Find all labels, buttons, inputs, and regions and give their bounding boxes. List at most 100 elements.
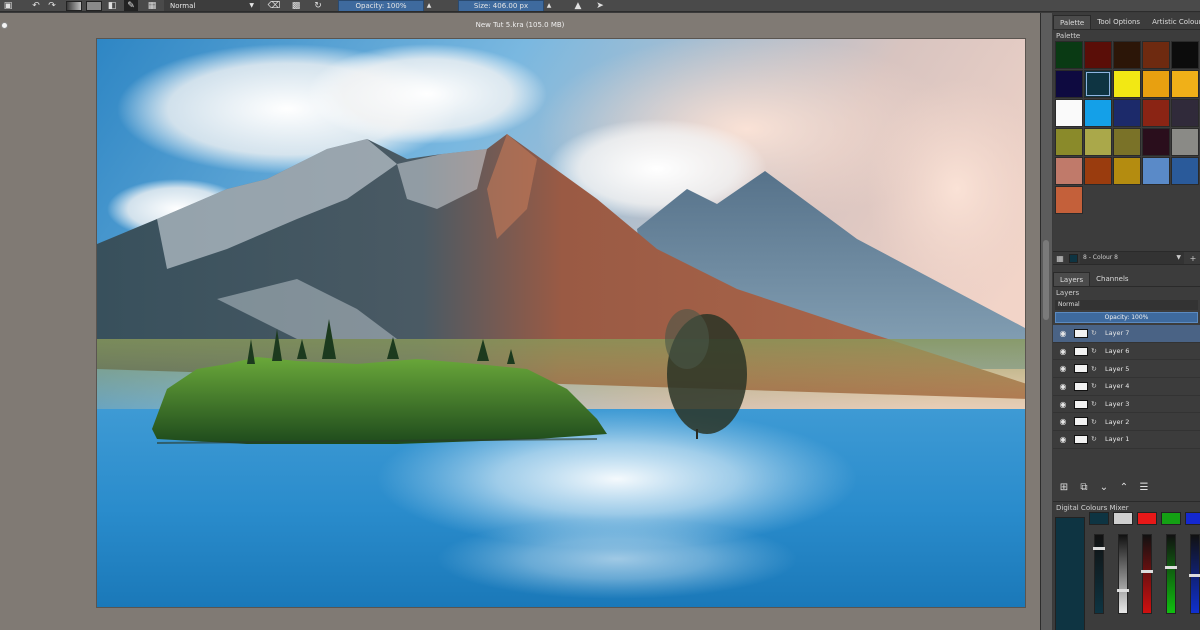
wrap-icon[interactable]: ➤ — [592, 0, 608, 11]
mixer-channel[interactable] — [1089, 512, 1113, 630]
swap-colors-icon[interactable]: ◧ — [104, 0, 120, 11]
gradient-swatch[interactable] — [66, 0, 82, 11]
alpha-lock-icon[interactable]: ↻ — [1091, 418, 1101, 426]
palette-swatch[interactable] — [1142, 41, 1170, 69]
opacity-slider[interactable]: Opacity: 100% — [338, 0, 424, 11]
mixer-channel-colour[interactable] — [1113, 512, 1133, 525]
layer-row[interactable]: ◉ ↻ Layer 7 — [1053, 325, 1200, 343]
layer-row[interactable]: ◉ ↻ Layer 2 — [1053, 413, 1200, 432]
mixer-channel-colour[interactable] — [1161, 512, 1181, 525]
alpha-lock-icon[interactable]: ↻ — [1091, 435, 1101, 443]
opacity-spin-arrows-icon[interactable]: ▲ — [424, 2, 434, 9]
mixer-current-colour[interactable] — [1055, 517, 1085, 630]
add-layer-icon[interactable]: ⊞ — [1056, 480, 1072, 494]
mixer-channel-colour[interactable] — [1089, 512, 1109, 525]
move-layer-up-icon[interactable]: ⌃ — [1116, 480, 1132, 494]
palette-swatch[interactable] — [1171, 157, 1199, 185]
mixer-channel[interactable] — [1113, 512, 1137, 630]
layer-blend-mode-select[interactable]: Normal — [1055, 300, 1198, 310]
layer-row[interactable]: ◉ ↻ Layer 6 — [1053, 343, 1200, 361]
visibility-eye-icon[interactable]: ◉ — [1057, 329, 1069, 338]
palette-swatch[interactable] — [1171, 70, 1199, 98]
eraser-icon[interactable]: ⌫ — [266, 0, 282, 11]
duplicate-layer-icon[interactable]: ⧉ — [1076, 480, 1092, 494]
canvas-painting[interactable] — [96, 38, 1026, 608]
palette-swatch[interactable] — [1171, 99, 1199, 127]
palette-swatch[interactable] — [1113, 41, 1141, 69]
visibility-eye-icon[interactable]: ◉ — [1057, 347, 1069, 356]
mixer-channel-colour[interactable] — [1137, 512, 1157, 525]
alpha-lock-icon[interactable]: ↻ — [1091, 365, 1101, 373]
slider-handle[interactable] — [1189, 574, 1200, 577]
palette-swatch[interactable] — [1142, 99, 1170, 127]
palette-swatch[interactable] — [1055, 186, 1083, 214]
mixer-channel-colour[interactable] — [1185, 512, 1200, 525]
palette-swatch[interactable] — [1084, 70, 1112, 98]
palette-swatch[interactable] — [1113, 70, 1141, 98]
palette-swatch[interactable] — [1142, 70, 1170, 98]
mixer-channel-slider[interactable] — [1165, 534, 1177, 614]
palette-swatch[interactable] — [1084, 99, 1112, 127]
visibility-eye-icon[interactable]: ◉ — [1057, 417, 1069, 426]
reload-icon[interactable]: ↻ — [310, 0, 326, 11]
layer-row[interactable]: ◉ ↻ Layer 3 — [1053, 396, 1200, 414]
scrollbar-thumb[interactable] — [1043, 240, 1049, 320]
layer-row[interactable]: ◉ ↻ Layer 1 — [1053, 431, 1200, 449]
size-spin-arrows-icon[interactable]: ▲ — [544, 2, 554, 9]
add-colour-icon[interactable]: + — [1186, 252, 1200, 264]
mixer-channel-slider[interactable] — [1141, 534, 1153, 614]
preserve-alpha-icon[interactable]: ▩ — [288, 0, 304, 11]
palette-swatch[interactable] — [1055, 70, 1083, 98]
mixer-channel-slider[interactable] — [1189, 534, 1200, 614]
palette-swatch[interactable] — [1171, 128, 1199, 156]
slider-handle[interactable] — [1117, 589, 1129, 592]
palette-swatch[interactable] — [1055, 157, 1083, 185]
mixer-channel[interactable] — [1137, 512, 1161, 630]
mixer-channel[interactable] — [1161, 512, 1185, 630]
mixer-channel-slider[interactable] — [1093, 534, 1105, 614]
palette-swatch[interactable] — [1084, 128, 1112, 156]
palette-swatch[interactable] — [1142, 128, 1170, 156]
colour-name-select[interactable]: 8 - Colour 8 ▼ — [1080, 252, 1184, 264]
layer-row[interactable]: ◉ ↻ Layer 5 — [1053, 360, 1200, 379]
pattern-swatch[interactable] — [86, 0, 102, 11]
layer-opacity-slider[interactable]: Opacity: 100% — [1055, 312, 1198, 323]
palette-swatch[interactable] — [1084, 41, 1112, 69]
tab-artistic-colour-selector[interactable]: Artistic Colour S — [1146, 15, 1200, 29]
move-layer-down-icon[interactable]: ⌄ — [1096, 480, 1112, 494]
save-icon[interactable]: ▣ — [0, 0, 16, 11]
redo-icon[interactable]: ↷ — [44, 0, 60, 11]
tab-tool-options[interactable]: Tool Options — [1091, 15, 1146, 29]
tab-layers[interactable]: Layers — [1053, 272, 1091, 286]
slider-handle[interactable] — [1141, 570, 1153, 573]
palette-swatch[interactable] — [1055, 99, 1083, 127]
mixer-channel-slider[interactable] — [1117, 534, 1129, 614]
vertical-scrollbar[interactable] — [1040, 13, 1052, 630]
alpha-lock-icon[interactable]: ↻ — [1091, 400, 1101, 408]
mirror-icon[interactable]: ▲ — [570, 0, 586, 11]
palette-swatch[interactable] — [1113, 128, 1141, 156]
palette-swatch[interactable] — [1055, 128, 1083, 156]
palette-swatch[interactable] — [1113, 99, 1141, 127]
palette-swatch[interactable] — [1084, 157, 1112, 185]
palette-swatch[interactable] — [1142, 157, 1170, 185]
alpha-lock-icon[interactable]: ↻ — [1091, 329, 1101, 337]
palette-swatch[interactable] — [1055, 41, 1083, 69]
visibility-eye-icon[interactable]: ◉ — [1057, 400, 1069, 409]
palette-swatch[interactable] — [1171, 41, 1199, 69]
mixer-channel[interactable] — [1185, 512, 1200, 630]
grid-icon[interactable]: ▦ — [144, 0, 160, 11]
visibility-eye-icon[interactable]: ◉ — [1057, 364, 1069, 373]
tab-palette[interactable]: Palette — [1053, 15, 1092, 29]
blend-mode-select[interactable]: Normal ▼ — [164, 0, 260, 11]
visibility-eye-icon[interactable]: ◉ — [1057, 382, 1069, 391]
palette-edit-icon[interactable]: ▦ — [1053, 252, 1067, 264]
undo-icon[interactable]: ↶ — [28, 0, 44, 11]
brush-preset-icon[interactable]: ✎ — [124, 0, 138, 11]
alpha-lock-icon[interactable]: ↻ — [1091, 347, 1101, 355]
canvas-area[interactable]: New Tut 5.kra (105.0 MB) — [0, 13, 1040, 630]
layer-row[interactable]: ◉ ↻ Layer 4 — [1053, 378, 1200, 396]
visibility-eye-icon[interactable]: ◉ — [1057, 435, 1069, 444]
alpha-lock-icon[interactable]: ↻ — [1091, 382, 1101, 390]
size-slider[interactable]: Size: 406.00 px — [458, 0, 544, 11]
